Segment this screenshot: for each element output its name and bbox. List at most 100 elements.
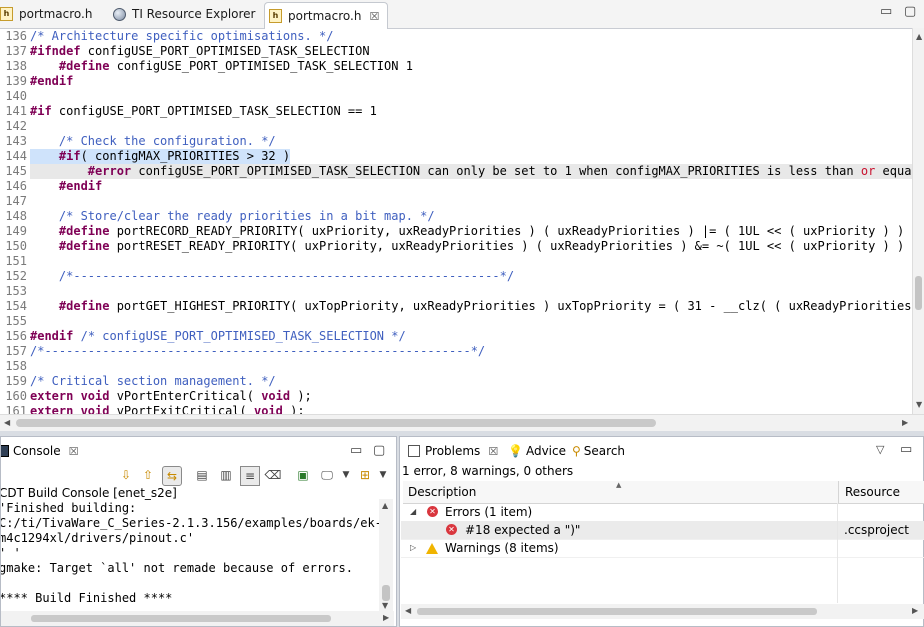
display-console-icon[interactable]: 🖵 bbox=[318, 466, 336, 484]
code-text[interactable]: #endif /* configUSE_PORT_OPTIMISED_TASK_… bbox=[30, 329, 406, 344]
code-line[interactable]: 145 #error configUSE_PORT_OPTIMISED_TASK… bbox=[0, 164, 912, 179]
clear-console-icon[interactable]: ⌫ bbox=[264, 466, 282, 484]
code-line[interactable]: 144 #if( configMAX_PRIORITIES > 32 ) bbox=[0, 149, 912, 164]
new-console-icon[interactable]: ⊞ bbox=[356, 466, 374, 484]
code-text[interactable]: #endif bbox=[30, 74, 73, 89]
minimize-icon[interactable]: ▭ bbox=[880, 4, 892, 19]
code-text[interactable]: #define portRESET_READY_PRIORITY( uxPrio… bbox=[30, 239, 904, 254]
console-horizontal-scrollbar[interactable]: ▶ bbox=[1, 611, 394, 626]
code-line[interactable]: 148 /* Store/clear the ready priorities … bbox=[0, 209, 912, 224]
copy-console-icon[interactable]: ▥ bbox=[217, 466, 235, 484]
scroll-left-icon[interactable]: ◀ bbox=[405, 606, 411, 615]
code-line[interactable]: 152 /*----------------------------------… bbox=[0, 269, 912, 284]
code-text[interactable]: /* Store/clear the ready priorities in a… bbox=[30, 209, 435, 224]
editor-horizontal-scrollbar[interactable]: ◀ ▶ bbox=[0, 414, 924, 431]
code-line[interactable]: 139 #endif bbox=[0, 74, 912, 89]
column-header-description[interactable]: Description ▲ bbox=[403, 481, 841, 504]
maximize-icon[interactable]: ▢ bbox=[904, 4, 916, 19]
code-text[interactable]: #define portRECORD_READY_PRIORITY( uxPri… bbox=[30, 224, 904, 239]
column-header-resource[interactable]: Resource bbox=[838, 481, 924, 504]
code-text[interactable]: #error configUSE_PORT_OPTIMISED_TASK_SEL… bbox=[30, 164, 912, 179]
code-line[interactable]: 158 bbox=[0, 359, 912, 374]
code-text[interactable]: /*--------------------------------------… bbox=[30, 344, 485, 359]
tab-problems[interactable]: Problems ☒ bbox=[408, 440, 498, 462]
code-text[interactable]: #ifndef configUSE_PORT_OPTIMISED_TASK_SE… bbox=[30, 44, 370, 59]
problem-row[interactable]: ✕ #18 expected a ")" .ccsproject bbox=[401, 521, 924, 540]
scroll-up-icon[interactable]: ▲ bbox=[916, 32, 922, 41]
save-console-icon[interactable]: ▤ bbox=[193, 466, 211, 484]
code-line[interactable]: 153 bbox=[0, 284, 912, 299]
expanded-icon[interactable]: ◢ bbox=[410, 503, 416, 521]
problems-horizontal-scrollbar[interactable]: ◀ ▶ bbox=[401, 604, 924, 619]
code-line[interactable]: 155 bbox=[0, 314, 912, 329]
code-text[interactable]: #define configUSE_PORT_OPTIMISED_TASK_SE… bbox=[30, 59, 413, 74]
code-line[interactable]: 142 bbox=[0, 119, 912, 134]
scroll-lock-down-icon[interactable]: ⇩ bbox=[117, 466, 135, 484]
code-text[interactable]: #define portGET_HIGHEST_PRIORITY( uxTopP… bbox=[30, 299, 912, 314]
collapsed-icon[interactable]: ▷ bbox=[410, 539, 416, 557]
code-line[interactable]: 151 bbox=[0, 254, 912, 269]
code-text[interactable]: /* Check the configuration. */ bbox=[30, 134, 276, 149]
code-editor[interactable]: h portmacro.h TI Resource Explorer h por… bbox=[0, 0, 924, 431]
maximize-icon[interactable]: ▢ bbox=[373, 443, 385, 458]
scroll-right-icon[interactable]: ▶ bbox=[383, 613, 389, 622]
close-icon[interactable]: ☒ bbox=[369, 10, 379, 23]
code-text[interactable]: /* Architecture specific optimisations. … bbox=[30, 29, 333, 44]
scroll-right-icon[interactable]: ▶ bbox=[912, 606, 918, 615]
scroll-right-icon[interactable]: ▶ bbox=[902, 418, 908, 427]
dropdown-icon[interactable]: ▼ bbox=[337, 466, 355, 484]
code-area[interactable]: 136/* Architecture specific optimisation… bbox=[0, 28, 912, 414]
scrollbar-thumb[interactable] bbox=[915, 276, 922, 310]
code-text[interactable]: extern void vPortExitCritical( void ); bbox=[30, 404, 305, 414]
code-text[interactable]: extern void vPortEnterCritical( void ); bbox=[30, 389, 312, 404]
code-line[interactable]: 137 #ifndef configUSE_PORT_OPTIMISED_TASK… bbox=[0, 44, 912, 59]
tab-portmacro-1[interactable]: h portmacro.h bbox=[0, 2, 92, 26]
code-line[interactable]: 154 #define portGET_HIGHEST_PRIORITY( ux… bbox=[0, 299, 912, 314]
scrollbar-thumb[interactable] bbox=[382, 585, 390, 601]
code-line[interactable]: 143 /* Check the configuration. */ bbox=[0, 134, 912, 149]
view-menu-icon[interactable]: ▽ bbox=[876, 443, 884, 456]
tab-search[interactable]: ⚲ Search bbox=[572, 440, 625, 462]
scroll-down-icon[interactable]: ▼ bbox=[382, 601, 388, 610]
scrollbar-thumb[interactable] bbox=[417, 608, 817, 615]
code-line[interactable]: 157/*-----------------------------------… bbox=[0, 344, 912, 359]
code-line[interactable]: 156 #endif /* configUSE_PORT_OPTIMISED_TA… bbox=[0, 329, 912, 344]
scroll-down-icon[interactable]: ▼ bbox=[916, 400, 922, 409]
scroll-lock-up-icon[interactable]: ⇧ bbox=[139, 466, 157, 484]
close-icon[interactable]: ☒ bbox=[488, 445, 498, 458]
tab-console[interactable]: Console ☒ bbox=[1, 440, 79, 462]
problem-group-errors[interactable]: ◢ ✕ Errors (1 item) bbox=[401, 503, 924, 522]
code-line[interactable]: 138 #define configUSE_PORT_OPTIMISED_TAS… bbox=[0, 59, 912, 74]
code-line[interactable]: 160 extern void vPortEnterCritical( void … bbox=[0, 389, 912, 404]
editor-vertical-scrollbar[interactable]: ▲ ▼ bbox=[912, 28, 924, 414]
console-output[interactable]: 'Finished building: C:/ti/TivaWare_C_Ser… bbox=[1, 501, 389, 616]
code-line[interactable]: 159/* Critical section management. */ bbox=[0, 374, 912, 389]
scroll-left-icon[interactable]: ◀ bbox=[4, 418, 10, 427]
code-line[interactable]: 146 #endif bbox=[0, 179, 912, 194]
minimize-icon[interactable]: ▭ bbox=[900, 442, 912, 457]
code-line[interactable]: 147 bbox=[0, 194, 912, 209]
dropdown-icon[interactable]: ▼ bbox=[374, 466, 392, 484]
code-line[interactable]: 150 #define portRESET_READY_PRIORITY( ux… bbox=[0, 239, 912, 254]
scrollbar-thumb[interactable] bbox=[31, 615, 331, 622]
console-vertical-scrollbar[interactable]: ▲ ▼ bbox=[379, 499, 393, 611]
code-line[interactable]: 149 #define portRECORD_READY_PRIORITY( u… bbox=[0, 224, 912, 239]
code-text[interactable]: /* Critical section management. */ bbox=[30, 374, 276, 389]
code-text[interactable]: #if( configMAX_PRIORITIES > 32 ) bbox=[30, 149, 291, 164]
code-text[interactable]: /*--------------------------------------… bbox=[30, 269, 514, 284]
close-icon[interactable]: ☒ bbox=[69, 445, 79, 458]
code-line[interactable]: 136/* Architecture specific optimisation… bbox=[0, 29, 912, 44]
pin-console-icon[interactable]: ▣ bbox=[294, 466, 312, 484]
scrollbar-thumb[interactable] bbox=[16, 419, 656, 427]
tab-resource-explorer[interactable]: TI Resource Explorer bbox=[113, 2, 256, 26]
code-line[interactable]: 141 #if configUSE_PORT_OPTIMISED_TASK_SEL… bbox=[0, 104, 912, 119]
scroll-up-icon[interactable]: ▲ bbox=[382, 501, 388, 510]
problem-group-warnings[interactable]: ▷ Warnings (8 items) bbox=[401, 539, 924, 558]
code-text[interactable]: #endif bbox=[30, 179, 102, 194]
code-text[interactable]: #if configUSE_PORT_OPTIMISED_TASK_SELECT… bbox=[30, 104, 377, 119]
tab-portmacro-active[interactable]: h portmacro.h ☒ bbox=[264, 2, 389, 29]
code-line[interactable]: 140 bbox=[0, 89, 912, 104]
tab-advice[interactable]: 💡 Advice bbox=[508, 440, 566, 462]
link-icon[interactable]: ⇆ bbox=[162, 466, 182, 486]
minimize-icon[interactable]: ▭ bbox=[350, 443, 362, 458]
